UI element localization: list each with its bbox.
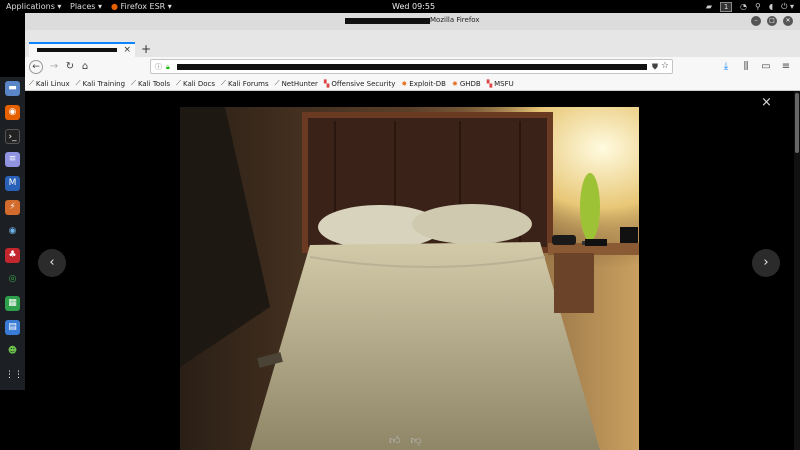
bookmark-kali-linux[interactable]: ⟋ Kali Linux [29, 79, 70, 88]
scrollbar-thumb[interactable] [795, 93, 799, 153]
ghdb-icon: ✸ [451, 79, 458, 88]
kali-dragon-icon: ⟋ [221, 79, 226, 87]
offsec-icon: ▚ [486, 79, 493, 88]
previous-photo-button[interactable]: ‹ [38, 249, 66, 277]
title-redaction [345, 18, 430, 24]
document-icon[interactable]: ▤ [5, 320, 20, 335]
tab-close-icon[interactable]: × [123, 44, 131, 57]
volume-icon[interactable]: ◖ [769, 0, 773, 13]
eye-icon[interactable]: ◉ [5, 224, 20, 239]
tab-bar: × + [25, 30, 800, 57]
url-redaction [177, 64, 647, 70]
files-folder-icon[interactable]: ▬ [5, 81, 20, 96]
bookmark-nethunter[interactable]: ⟋ NetHunter [275, 79, 318, 88]
kali-dragon-icon: ⟋ [29, 79, 34, 87]
page-scrollbar[interactable] [794, 91, 800, 450]
thumbs-up-icon[interactable]: 👍︎ [389, 434, 401, 447]
kali-dragon-icon: ⟋ [274, 79, 280, 87]
window-titlebar: Mozilla Firefox – □ ✕ [25, 13, 800, 30]
gnome-top-bar: Applications ▾ Places ▾ ● Firefox ESR ▾ … [0, 0, 800, 13]
firefox-icon[interactable]: ◉ [5, 105, 20, 120]
bookmarks-toolbar: ⟋ Kali Linux ⟋ Kali Training ⟋ Kali Tools ⟋… [25, 77, 800, 91]
library-icon[interactable]: ⫼ [740, 60, 752, 74]
accessibility-icon[interactable]: ⚲ [755, 0, 761, 13]
power-icon[interactable]: ⏻ ▾ [781, 0, 794, 13]
active-tab[interactable]: × [29, 42, 135, 57]
close-window-button[interactable]: ✕ [783, 16, 793, 26]
metasploit-icon[interactable]: M [5, 176, 20, 191]
cherrytree-icon[interactable]: ♣ [5, 248, 20, 263]
toolbar-right: ⤓ ⫼ ▭ ≡ [720, 60, 792, 74]
exploit-db-icon: ✸ [401, 79, 408, 88]
back-button[interactable]: ← [29, 60, 43, 74]
app-menu-label: Firefox ESR ▾ [120, 2, 172, 11]
bookmark-msfu[interactable]: ▚ MSFU [487, 80, 514, 88]
burpsuite-icon[interactable]: ⚡ [5, 200, 20, 215]
navigation-toolbar: ← → ↻ ⌂ ⓘ 🔒︎ ⛊ ☆ ⤓ ⫼ ▭ ≡ [25, 57, 800, 77]
shield-icon[interactable]: ⛊ [652, 60, 658, 73]
system-tray: ▰ 1 ◔ ⚲ ◖ ⏻ ▾ [706, 0, 800, 13]
bookmark-kali-docs[interactable]: ⟋ Kali Docs [176, 79, 215, 88]
kali-dragon-icon: ⟋ [131, 79, 136, 87]
applications-menu[interactable]: Applications ▾ [6, 0, 61, 13]
android-icon[interactable]: ☻ [5, 344, 20, 359]
bookmark-offensive-security[interactable]: ▚ Offensive Security [324, 80, 395, 88]
hotel-bed-photo [180, 107, 639, 450]
spreadsheet-icon[interactable]: ▦ [5, 296, 20, 311]
tray-app-icon[interactable]: ▰ [706, 0, 712, 13]
menu-icon[interactable]: ≡ [780, 60, 792, 74]
places-menu[interactable]: Places ▾ [70, 0, 102, 13]
bookmark-star-icon[interactable]: ☆ [661, 60, 669, 73]
chrome-icon[interactable]: ◎ [5, 272, 20, 287]
bookmark-exploit-db[interactable]: ✸ Exploit-DB [401, 80, 446, 88]
window-controls: – □ ✕ [751, 16, 793, 26]
kali-dragon-icon: ⟋ [176, 79, 181, 87]
wifi-icon[interactable]: ◔ [740, 0, 747, 13]
notes-icon[interactable]: ≡ [5, 152, 20, 167]
minimize-button[interactable]: – [751, 16, 761, 26]
next-photo-button[interactable]: › [752, 249, 780, 277]
app-menu-firefox[interactable]: ● Firefox ESR ▾ [111, 0, 172, 13]
firefox-window: Mozilla Firefox – □ ✕ × + ← → ↻ ⌂ ⓘ 🔒︎ ⛊… [25, 13, 800, 450]
downloads-icon[interactable]: ⤓ [720, 60, 732, 74]
window-title: Mozilla Firefox [430, 16, 480, 24]
clock[interactable]: Wed 09:55 [392, 0, 435, 13]
bookmark-kali-tools[interactable]: ⟋ Kali Tools [131, 79, 170, 88]
bookmark-ghdb[interactable]: ✸ GHDB [452, 80, 481, 88]
info-icon[interactable]: ⓘ [155, 61, 162, 73]
sidebar-icon[interactable]: ▭ [760, 60, 772, 74]
reload-button[interactable]: ↻ [63, 60, 77, 74]
photo-lightbox: × ‹ › 👍︎ 👎︎ [25, 91, 800, 450]
dock: ▬ ◉ ›_ ≡ M ⚡ ◉ ♣ ◎ ▦ ▤ ☻ ⋮⋮ [0, 77, 25, 390]
url-bar[interactable]: ⓘ 🔒︎ ⛊ ☆ [150, 59, 673, 74]
firefox-small-icon: ● [111, 2, 118, 11]
home-button[interactable]: ⌂ [78, 60, 92, 74]
thumbs-down-icon[interactable]: 👎︎ [411, 434, 422, 447]
forward-button[interactable]: → [47, 60, 61, 74]
app-grid-icon[interactable]: ⋮⋮ [5, 368, 23, 383]
reaction-buttons: 👍︎ 👎︎ [389, 434, 422, 447]
bookmark-kali-training[interactable]: ⟋ Kali Training [76, 79, 125, 88]
terminal-icon[interactable]: ›_ [5, 129, 20, 144]
maximize-button[interactable]: □ [767, 16, 777, 26]
kali-dragon-icon: ⟋ [75, 79, 81, 87]
workspace-indicator[interactable]: 1 [720, 1, 733, 12]
offsec-icon: ▚ [323, 79, 330, 88]
bookmark-kali-forums[interactable]: ⟋ Kali Forums [221, 79, 269, 88]
lock-icon[interactable]: 🔒︎ [166, 61, 170, 73]
tab-title-redaction [37, 48, 117, 52]
lightbox-close-icon[interactable]: × [761, 95, 772, 111]
new-tab-button[interactable]: + [139, 43, 153, 57]
